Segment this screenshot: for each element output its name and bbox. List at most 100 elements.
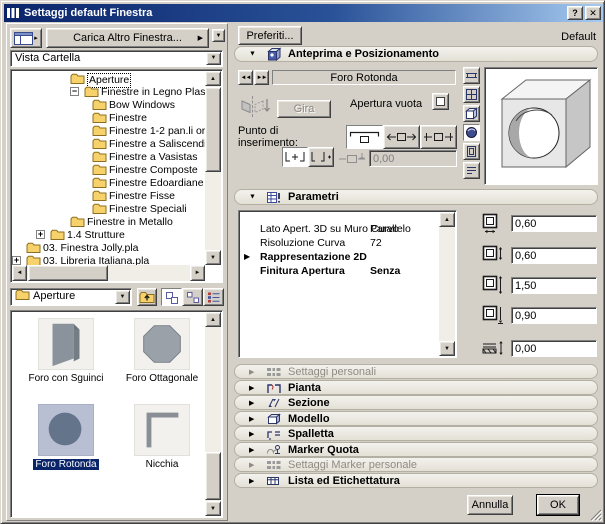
parameter-value[interactable]: 72 [370,236,382,250]
resize-grip[interactable] [589,508,602,521]
tree-item-label[interactable]: Bow Windows [109,99,175,112]
tree-item[interactable]: Finestre Fisse [12,190,205,203]
section-header-marker-quota[interactable]: ▶Marker Quota [234,442,598,457]
scroll-up-icon[interactable]: ▲ [439,212,455,227]
tree-item-label[interactable]: Finestre [109,112,147,125]
tree-item-label[interactable]: Finestre a Vasistas [109,151,198,164]
small-icons-view-button[interactable] [182,288,203,306]
scroll-down-icon[interactable]: ▼ [205,250,221,265]
tree-item-label[interactable]: Finestre 1-2 pan.li oriz. [109,125,205,138]
expand-icon[interactable]: + [12,256,21,265]
expand-parameter-icon[interactable]: ▶ [244,250,250,264]
tree-item[interactable]: Finestre 1-2 pan.li oriz. [12,125,205,138]
insertion-center-button[interactable] [308,147,334,167]
scroll-down-icon[interactable]: ▼ [439,341,455,356]
expand-icon[interactable]: + [36,230,45,239]
tree-item-label[interactable]: Finestre Speciali [109,203,187,216]
collapse-section-icon[interactable]: ▼ [249,194,256,201]
tree-vertical-scrollbar[interactable]: ▲ ▼ [205,71,221,265]
tree-hscroll-thumb[interactable] [28,265,108,281]
section-header-lista-ed-etichettatura[interactable]: ▶Lista ed Etichettatura [234,473,598,488]
tree-item-label[interactable]: 03. Finestra Jolly.pla [43,242,139,255]
tree-item[interactable]: Finestre Speciali [12,203,205,216]
expand-section-icon[interactable]: ▶ [249,399,254,407]
insertion-side-button[interactable] [282,147,308,167]
expand-section-icon[interactable]: ▶ [249,384,254,392]
section-header-sezione[interactable]: ▶Sezione [234,395,598,410]
anchor-core-center-button[interactable] [383,125,420,149]
object-thumbnail[interactable]: Nicchia [116,404,205,470]
description-view-button[interactable] [463,162,480,179]
cancel-button[interactable]: Annulla [467,495,513,515]
parameter-row[interactable]: Finitura AperturaSenza [240,264,439,278]
scroll-up-icon[interactable]: ▲ [205,71,221,86]
tree-item[interactable]: +1.4 Strutture [12,229,205,242]
up-folder-button[interactable] [137,288,157,306]
help-button[interactable]: ? [567,6,583,20]
load-other-window-button[interactable]: Carica Altro Finestra... ▶ [46,28,209,48]
tree-item-label[interactable]: 03. Libreria Italiana.pla [43,255,149,265]
details-view-button[interactable] [203,288,224,306]
expand-section-icon[interactable]: ▶ [249,477,254,485]
section-header-settaggi-marker-personale[interactable]: ▶Settaggi Marker personale [234,457,598,472]
parameter-value[interactable]: Senza [370,264,400,278]
tree-item[interactable]: − Finestre in Legno Plastica [12,86,205,99]
collapse-section-icon[interactable]: ▼ [249,51,256,58]
tree-item[interactable]: Finestre in Metallo [12,216,205,229]
favorites-button[interactable]: Preferiti... [238,26,302,45]
section-header-pianta[interactable]: ▶Pianta [234,380,598,395]
parameter-scrollbar[interactable]: ▲ ▼ [439,212,455,356]
tree-item[interactable]: 03. Finestra Jolly.pla [12,242,205,255]
expand-section-icon[interactable]: ▶ [249,430,254,438]
scroll-down-icon[interactable]: ▼ [205,501,221,516]
previous-object-button[interactable]: ◄◄ [238,70,253,85]
empty-opening-toggle[interactable] [432,93,449,110]
collapse-icon[interactable]: − [70,87,79,96]
dimension-field-2[interactable] [511,247,597,264]
tree-item[interactable]: +03. Libreria Italiana.pla [12,255,205,265]
parameter-row[interactable]: Lato Apert. 3D su Muro CurvoParallelo [240,222,439,236]
tree-item[interactable]: Bow Windows [12,99,205,112]
shaded-3d-view-button[interactable] [463,124,480,141]
view-mode-combobox[interactable]: Vista Cartella ▼ [10,50,223,67]
anchor-reveal-side-button[interactable] [346,125,383,149]
tree-horizontal-scrollbar[interactable]: ◄ ► [12,265,205,281]
ok-button[interactable]: OK [537,495,579,515]
expand-section-icon[interactable]: ▶ [249,446,254,454]
tree-item[interactable]: Finestre Composte [12,164,205,177]
axonometry-view-button[interactable] [463,105,480,122]
plan-symbol-view-button[interactable] [463,67,480,84]
anchor-opposite-side-button[interactable] [420,125,457,149]
dimension-field-4[interactable] [511,307,597,324]
dimension-field-3[interactable] [511,277,597,294]
titlebar[interactable]: Settaggi default Finestra ? ✕ [4,4,603,22]
close-button[interactable]: ✕ [585,6,601,20]
tree-scroll-thumb[interactable] [205,87,221,172]
section-header-anteprima[interactable]: ▼ Anteprima e Posizionamento [234,46,598,62]
tree-item-label[interactable]: Finestre in Legno Plastica [101,86,205,99]
elevation-view-button[interactable] [463,143,480,160]
tree-item-label[interactable]: Finestre a Saliscendi [109,138,205,151]
tree-item-label[interactable]: Finestre Edoardiane [109,177,204,190]
large-icons-view-button[interactable] [161,288,182,306]
parameter-row[interactable]: Risoluzione Curva72 [240,236,439,250]
tree-item-label[interactable]: Finestre in Metallo [87,216,173,229]
expand-section-icon[interactable]: ▶ [249,415,254,423]
tree-item[interactable]: Finestre a Saliscendi [12,138,205,151]
tree-item[interactable]: Finestre a Vasistas [12,151,205,164]
expand-section-icon[interactable]: ▶ [249,461,254,469]
object-thumbnail[interactable]: Foro Rotonda [20,404,112,470]
dimension-field-5[interactable] [511,340,597,357]
browser-vertical-scrollbar[interactable]: ▲ ▼ [205,312,221,516]
dimension-field-1[interactable] [511,215,597,232]
browser-scroll-thumb[interactable] [205,452,221,500]
scroll-left-icon[interactable]: ◄ [12,265,27,281]
tree-item-label[interactable]: 1.4 Strutture [67,229,125,242]
section-header-parametri[interactable]: ▼ Parametri [234,189,598,205]
parameter-row[interactable]: ▶Rappresentazione 2D [240,250,439,264]
panel-layout-button[interactable]: ▸ [10,28,42,48]
object-thumbnail[interactable]: Foro con Sguinci [20,318,112,384]
section-header-settaggi-personali[interactable]: ▶Settaggi personali [234,364,598,379]
tree-item-label[interactable]: Finestre Composte [109,164,198,177]
object-thumbnail-label[interactable]: Foro Rotonda [33,459,98,470]
